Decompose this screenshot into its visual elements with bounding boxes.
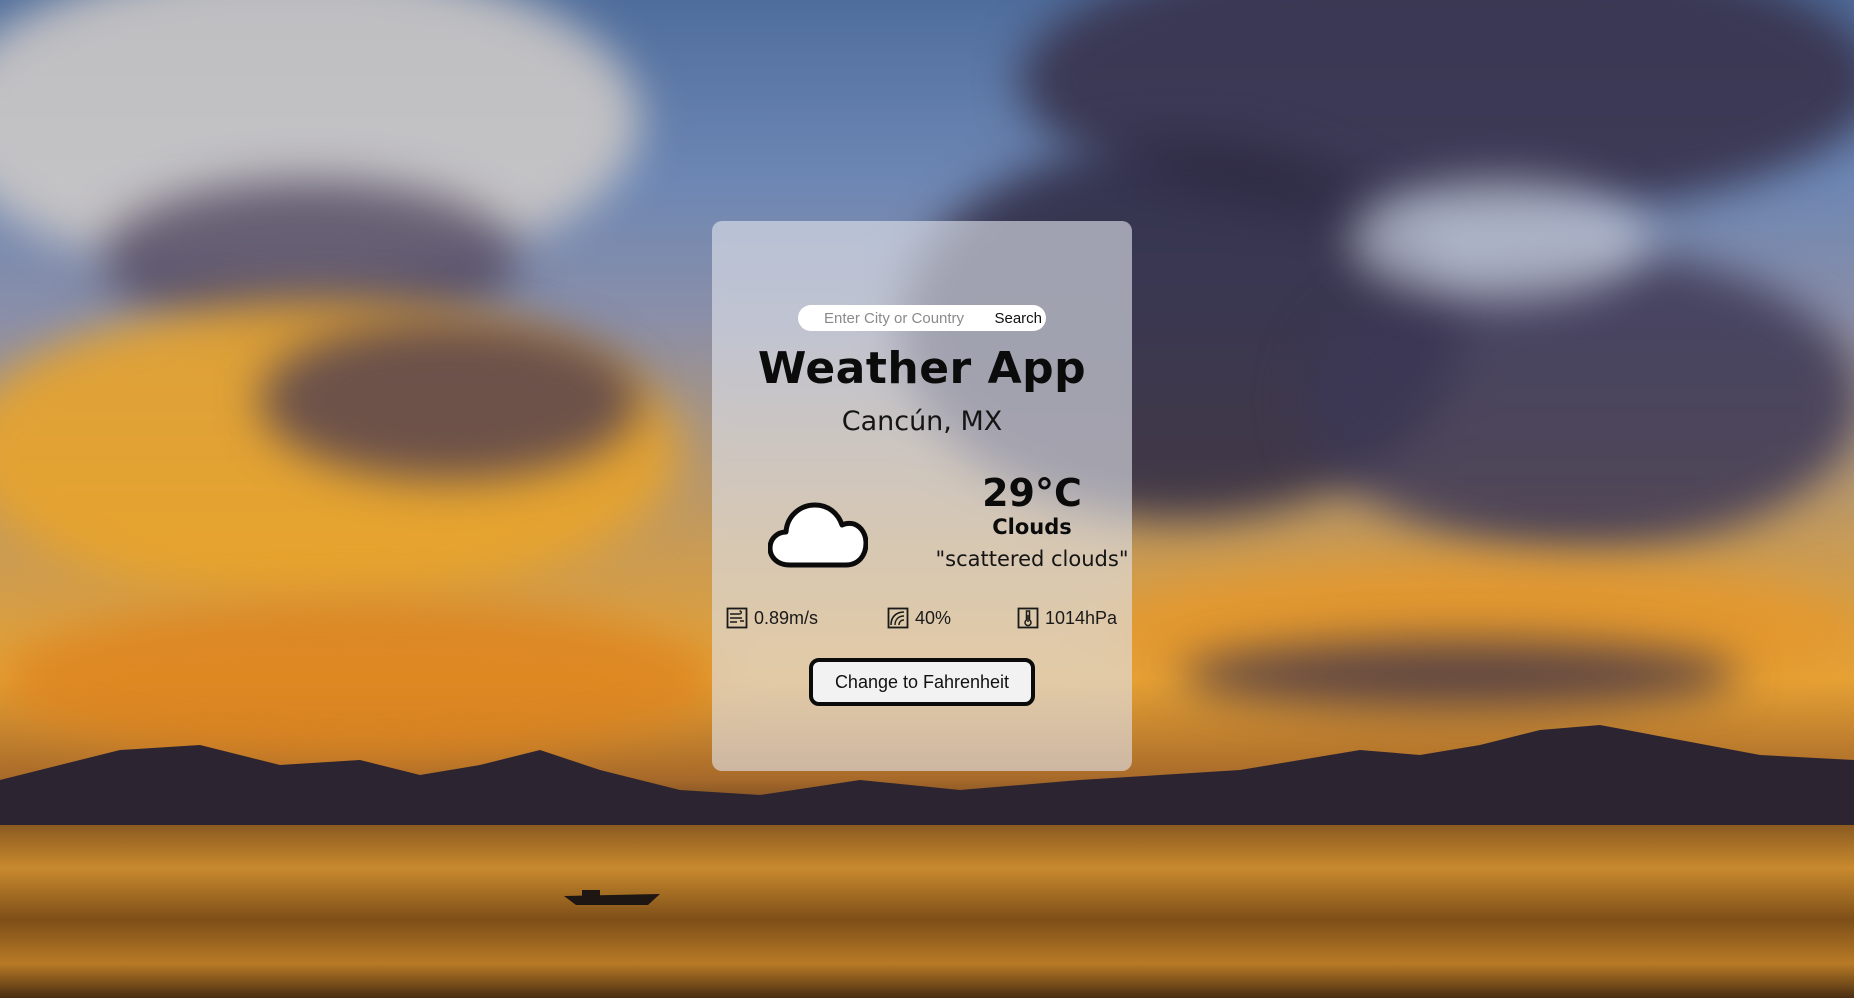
sea-water [0, 825, 1854, 998]
wind-speed-value: 0.89m/s [754, 607, 819, 628]
weather-card: Search Weather App Cancún, MX 29°C Cloud… [712, 221, 1132, 771]
location-label: Cancún, MX [841, 406, 1003, 437]
weather-condition: Clouds [992, 515, 1072, 539]
weather-description: "scattered clouds" [935, 547, 1129, 571]
app-title: Weather App [757, 343, 1087, 394]
pressure-stat: 1014hPa [1017, 607, 1117, 629]
search-input[interactable] [798, 306, 976, 330]
humidity-icon [887, 607, 909, 629]
pressure-value: 1014hPa [1045, 607, 1118, 628]
boat-silhouette [564, 890, 660, 905]
wind-stat: 0.89m/s [726, 607, 818, 629]
search-bar: Search [798, 305, 1046, 331]
search-button[interactable]: Search [976, 306, 1046, 330]
humidity-value: 40% [915, 607, 952, 628]
temperature-value: 29°C [982, 471, 1082, 515]
thermometer-icon [1017, 607, 1039, 629]
cloud-icon [768, 502, 868, 568]
humidity-stat: 40% [887, 607, 951, 629]
wind-icon [726, 607, 748, 629]
change-unit-button[interactable]: Change to Fahrenheit [809, 658, 1035, 706]
